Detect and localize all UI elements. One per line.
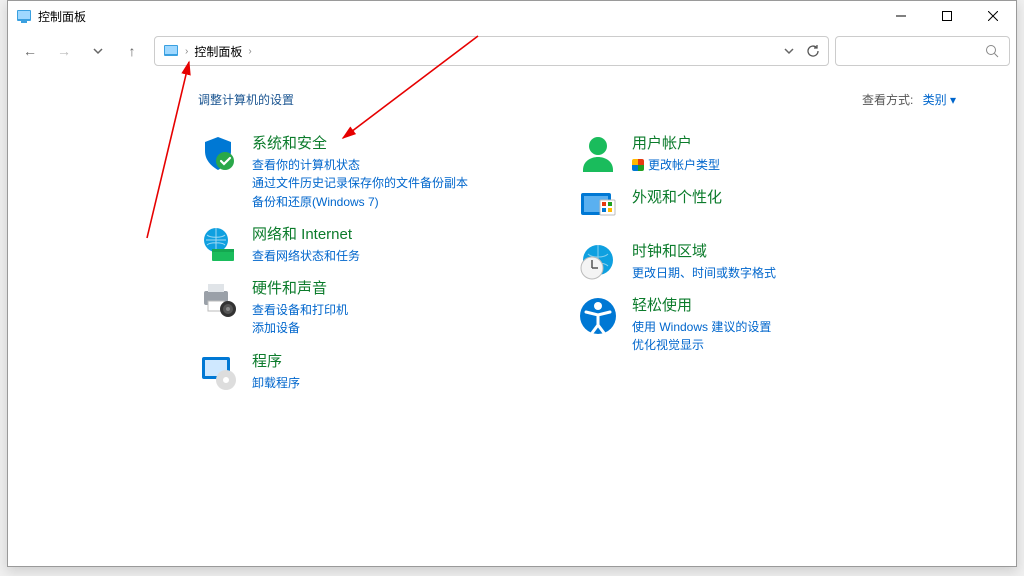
addressbar[interactable]: › 控制面板 › <box>154 36 829 66</box>
category-link[interactable]: 查看设备和打印机 <box>252 301 348 320</box>
content-area: 调整计算机的设置 查看方式: 类别 ▾ 系统和安全 查看你的计算机状态 通过文件… <box>8 71 1016 406</box>
close-button[interactable] <box>970 1 1016 31</box>
category-link[interactable]: 通过文件历史记录保存你的文件备份副本 <box>252 174 468 193</box>
refresh-button[interactable] <box>806 44 820 58</box>
programs-icon <box>198 352 238 392</box>
titlebar: 控制面板 <box>8 1 1016 31</box>
globe-icon <box>198 225 238 265</box>
category-ease-of-access: 轻松使用 使用 Windows 建议的设置 优化视觉显示 <box>578 296 888 355</box>
category-column-left: 系统和安全 查看你的计算机状态 通过文件历史记录保存你的文件备份副本 备份和还原… <box>198 134 508 406</box>
category-title[interactable]: 硬件和声音 <box>252 279 348 299</box>
category-link[interactable]: 查看网络状态和任务 <box>252 247 360 266</box>
search-icon <box>985 44 999 58</box>
category-title[interactable]: 外观和个性化 <box>632 188 722 208</box>
category-user-accounts: 用户帐户 更改帐户类型 <box>578 134 888 174</box>
category-link[interactable]: 使用 Windows 建议的设置 <box>632 318 771 337</box>
category-system-security: 系统和安全 查看你的计算机状态 通过文件历史记录保存你的文件备份副本 备份和还原… <box>198 134 508 211</box>
category-title[interactable]: 程序 <box>252 352 300 372</box>
shield-icon <box>198 134 238 174</box>
chevron-down-icon[interactable] <box>784 46 794 56</box>
forward-button[interactable]: → <box>48 36 80 66</box>
category-link[interactable]: 添加设备 <box>252 319 348 338</box>
category-network: 网络和 Internet 查看网络状态和任务 <box>198 225 508 265</box>
category-title[interactable]: 轻松使用 <box>632 296 771 316</box>
clock-icon <box>578 242 618 282</box>
category-link[interactable]: 更改日期、时间或数字格式 <box>632 264 776 283</box>
control-panel-window: 控制面板 ← → ↑ › 控制面板 › 调整计算机的 <box>7 0 1017 567</box>
user-icon <box>578 134 618 174</box>
back-button[interactable]: ← <box>14 36 46 66</box>
window-title: 控制面板 <box>38 8 86 25</box>
category-programs: 程序 卸载程序 <box>198 352 508 392</box>
view-mode-row: 查看方式: 类别 ▾ <box>862 91 956 108</box>
category-hardware: 硬件和声音 查看设备和打印机 添加设备 <box>198 279 508 338</box>
category-link[interactable]: 优化视觉显示 <box>632 336 771 355</box>
category-link[interactable]: 卸载程序 <box>252 374 300 393</box>
maximize-button[interactable] <box>924 1 970 31</box>
control-panel-icon <box>16 8 32 24</box>
window-controls <box>878 1 1016 31</box>
control-panel-icon <box>163 43 179 59</box>
breadcrumb-item[interactable]: 控制面板 <box>194 43 242 60</box>
category-column-right: 用户帐户 更改帐户类型 外观和个性化 <box>578 134 888 406</box>
category-link[interactable]: 备份和还原(Windows 7) <box>252 193 468 212</box>
category-title[interactable]: 网络和 Internet <box>252 225 360 245</box>
category-title[interactable]: 用户帐户 <box>632 134 720 154</box>
navbar: ← → ↑ › 控制面板 › <box>8 31 1016 71</box>
accessibility-icon <box>578 296 618 336</box>
view-mode-dropdown[interactable]: 类别 ▾ <box>923 93 956 107</box>
chevron-right-icon: › <box>248 46 251 57</box>
category-clock-region: 时钟和区域 更改日期、时间或数字格式 <box>578 242 888 282</box>
search-input[interactable] <box>835 36 1010 66</box>
view-mode-label: 查看方式: <box>862 93 913 107</box>
category-link[interactable]: 查看你的计算机状态 <box>252 156 468 175</box>
up-button[interactable]: ↑ <box>116 36 148 66</box>
minimize-button[interactable] <box>878 1 924 31</box>
category-title[interactable]: 时钟和区域 <box>632 242 776 262</box>
printer-icon <box>198 279 238 319</box>
recent-dropdown[interactable] <box>82 36 114 66</box>
chevron-right-icon: › <box>185 46 188 57</box>
appearance-icon <box>578 188 618 228</box>
category-appearance: 外观和个性化 <box>578 188 888 228</box>
category-title[interactable]: 系统和安全 <box>252 134 468 154</box>
category-link[interactable]: 更改帐户类型 <box>632 156 720 175</box>
page-heading: 调整计算机的设置 <box>198 91 976 108</box>
